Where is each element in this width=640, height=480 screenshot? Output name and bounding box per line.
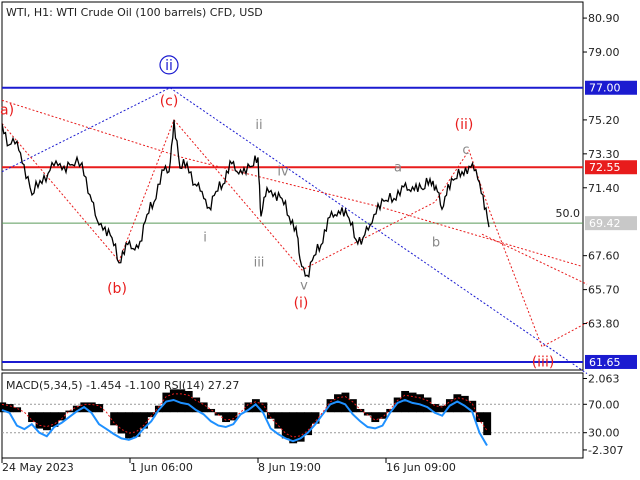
macd-bar <box>125 412 133 439</box>
price-chart: a)ii(c)(b)iiiiiiivv(i)abc(ii)(iii) 80.90… <box>0 1 637 474</box>
indicator-title: MACD(5,34,5) -1.454 -1.100 RSI(14) 27.27 <box>6 379 239 392</box>
time-tick-label: 16 Jun 09:00 <box>386 461 456 474</box>
wave-label: a) <box>0 103 14 119</box>
wave-label: b <box>432 236 440 251</box>
indicator-axis: 2.063 70.00 30.00 -2.307 <box>583 373 623 457</box>
macd-bar <box>483 412 492 436</box>
wave-label: ii <box>165 58 173 74</box>
macd-bar <box>371 412 380 423</box>
main-pane-frame <box>1 1 584 371</box>
wave-label: i <box>203 230 207 245</box>
wave-label: v <box>300 279 308 294</box>
price-tag-text: 72.55 <box>589 161 621 174</box>
price-tick-label: 79.00 <box>588 46 620 59</box>
price-tick-label: 75.20 <box>588 114 620 127</box>
macd-bar <box>35 412 44 429</box>
wave-label: ii <box>255 118 262 133</box>
macd-bar <box>207 408 216 413</box>
wave-label: c <box>462 143 469 158</box>
wave-label: (b) <box>107 281 127 297</box>
macd-bar <box>378 412 387 419</box>
time-tick-label: 24 May 2023 <box>2 461 74 474</box>
wave-label: (ii) <box>455 117 474 133</box>
wave-label: iii <box>254 255 265 270</box>
wave-label: (iii) <box>532 354 555 370</box>
price-tag-text: 77.00 <box>589 82 621 95</box>
macd-bar <box>475 412 484 423</box>
macd-bar <box>43 412 51 431</box>
ind-tick-label: 30.00 <box>588 427 620 440</box>
price-tag-text: 61.65 <box>589 356 621 369</box>
macd-bar <box>28 412 36 423</box>
macd-bar <box>177 389 186 413</box>
price-tick-label: 71.40 <box>588 182 620 195</box>
macd-bar <box>13 407 22 413</box>
macd-bar <box>311 412 320 424</box>
wave-label: (i) <box>294 295 309 311</box>
ind-tick-label: -2.307 <box>588 444 623 457</box>
price-tick-label: 73.30 <box>588 148 620 161</box>
macd-bar <box>117 412 126 434</box>
fib-level-label: 50.0 <box>556 207 581 220</box>
price-tick-label: 63.80 <box>588 318 620 331</box>
price-tick-label: 80.90 <box>588 12 620 25</box>
price-tick-label: 67.60 <box>588 250 620 263</box>
wave-label: iv <box>277 164 289 179</box>
macd-bar <box>326 399 335 413</box>
macd-bar <box>222 412 230 423</box>
wave-label: a <box>394 161 402 176</box>
time-tick-label: 8 Jun 19:00 <box>258 461 321 474</box>
macd-bar <box>289 412 298 444</box>
time-tick-label: 1 Jun 06:00 <box>130 461 193 474</box>
wave-label: (c) <box>160 94 179 110</box>
price-tick-label: 65.70 <box>588 284 620 297</box>
macd-bar <box>199 402 208 413</box>
chart-header: WTI, H1: WTI Crude Oil (100 barrels) CFD… <box>6 6 263 19</box>
ind-tick-label: 2.063 <box>588 373 620 386</box>
macd-bar <box>65 410 74 413</box>
macd-bar <box>184 390 193 413</box>
price-tag-text: 69.42 <box>589 217 621 230</box>
time-axis: 24 May 2023 1 Jun 06:00 8 Jun 19:00 16 Jun … <box>1 458 456 474</box>
ind-tick-label: 70.00 <box>588 398 620 411</box>
